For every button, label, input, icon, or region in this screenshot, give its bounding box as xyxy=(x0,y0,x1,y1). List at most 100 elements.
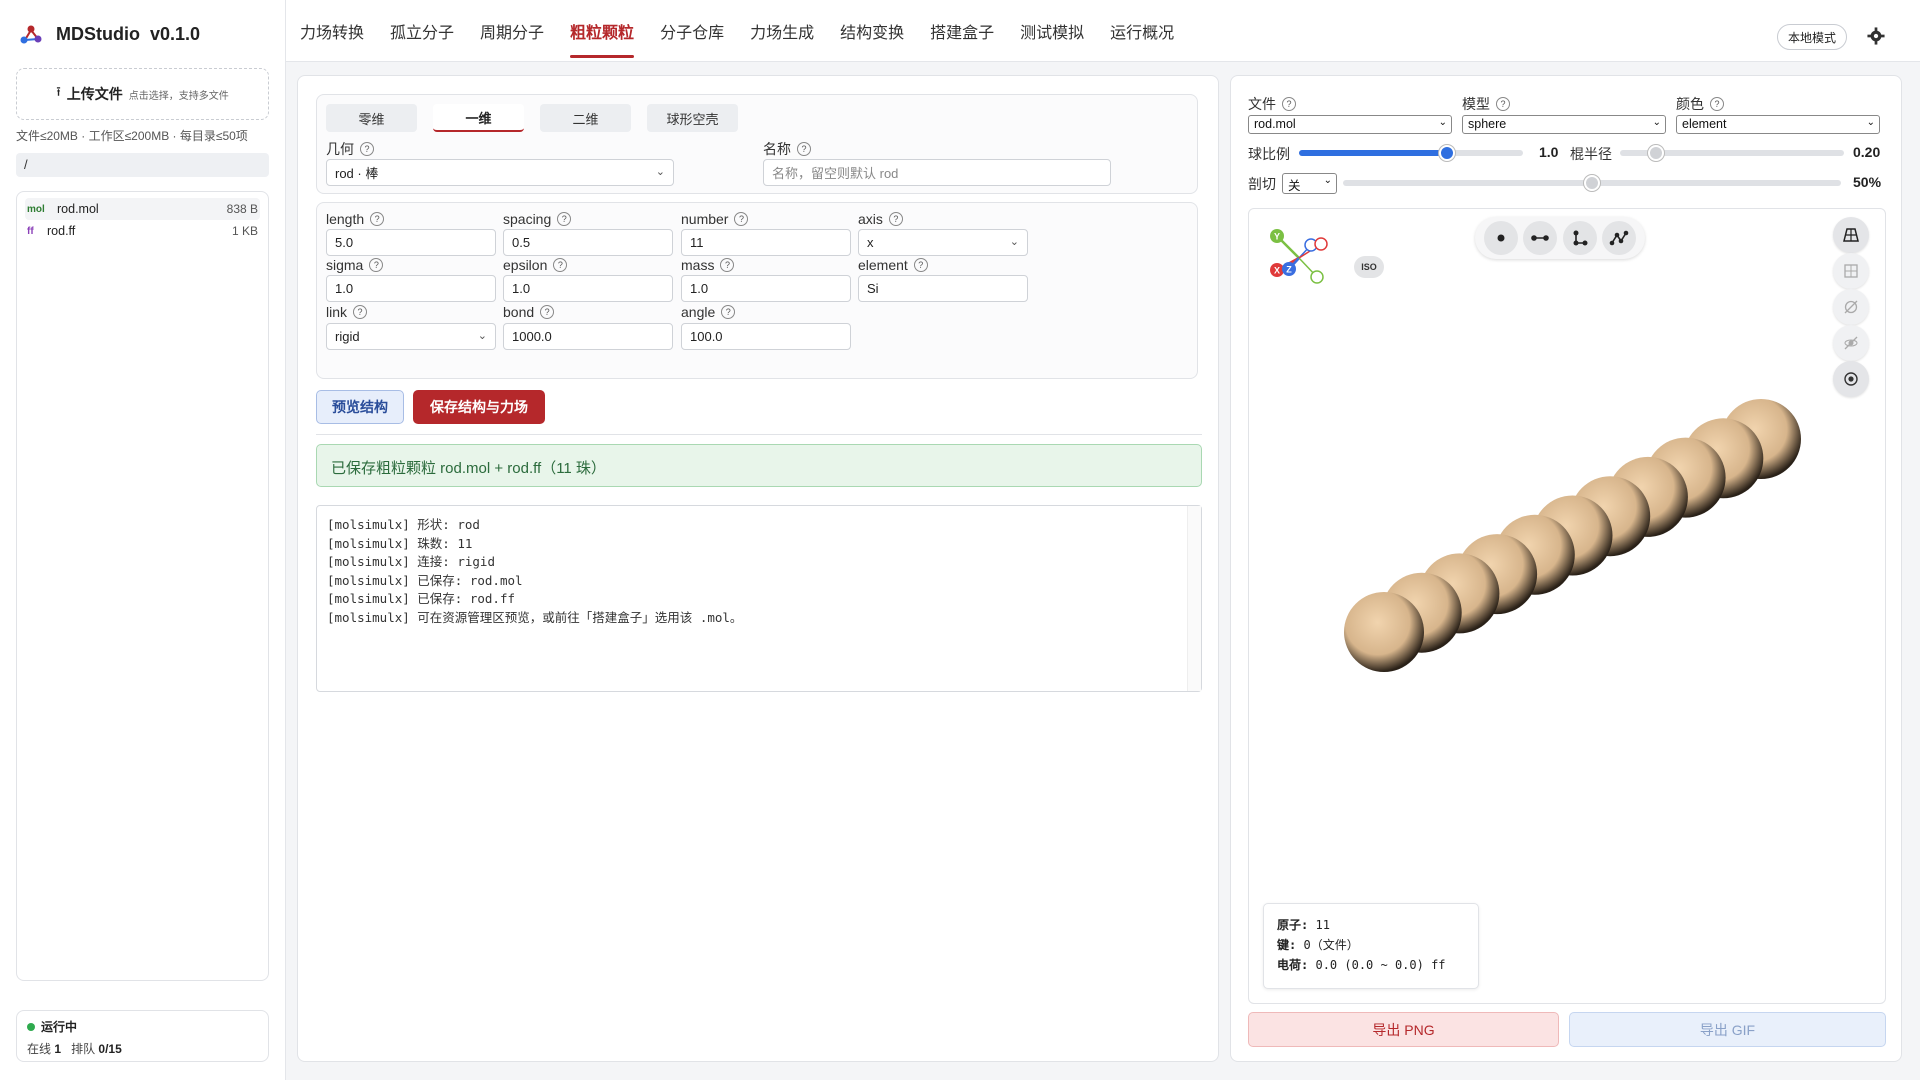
viewer-model-select[interactable]: sphere ⌄ xyxy=(1462,115,1666,134)
help-icon[interactable]: ? xyxy=(1282,97,1296,111)
bond-input[interactable]: 1000.0 xyxy=(503,323,673,350)
help-icon[interactable]: ? xyxy=(353,305,368,319)
log-scrollbar[interactable] xyxy=(1187,506,1201,691)
help-icon[interactable]: ? xyxy=(888,212,903,226)
log-line: [molsimulx] 形状: rod xyxy=(327,517,480,532)
stick-radius-label: 棍半径 xyxy=(1570,146,1612,162)
subtab-0d[interactable]: 零维 xyxy=(326,104,417,132)
viewer-file-select[interactable]: rod.mol ⌄ xyxy=(1248,115,1452,134)
viewer-color-select[interactable]: element ⌄ xyxy=(1676,115,1880,134)
stick-radius-slider[interactable] xyxy=(1620,145,1844,161)
element-label: element? xyxy=(858,257,928,273)
help-icon[interactable]: ? xyxy=(1710,97,1724,111)
number-input[interactable]: 11 xyxy=(681,229,851,256)
upload-label: 上传文件 xyxy=(66,86,123,102)
angle-input[interactable]: 100.0 xyxy=(681,323,851,350)
length-input[interactable]: 5.0 xyxy=(326,229,496,256)
stick-radius-knob[interactable] xyxy=(1647,145,1664,161)
subtab-2d[interactable]: 二维 xyxy=(540,104,631,132)
help-icon[interactable]: ? xyxy=(1496,97,1510,111)
color-label: 颜色? xyxy=(1676,94,1724,114)
log-line: [molsimulx] 珠数: 11 xyxy=(327,535,473,551)
export-png-button[interactable]: 导出 PNG xyxy=(1248,1012,1559,1047)
molecule-info: 原子: 11 键: 0（文件） 电荷: 0.0 (0.0 ~ 0.0) ff xyxy=(1263,903,1479,989)
tab-isolated-molecule[interactable]: 孤立分子 xyxy=(390,0,454,62)
file-type-badge: ff xyxy=(27,225,34,237)
preview-structure-button[interactable]: 预览结构 xyxy=(316,390,404,424)
tab-forcefield-convert[interactable]: 力场转换 xyxy=(300,0,364,62)
help-icon[interactable]: ? xyxy=(721,305,736,319)
name-input[interactable]: 名称，留空则默认 rod xyxy=(763,159,1111,186)
molecule-viewport[interactable]: Y X Z ISO 原子: 11 键: 0（文件） 电荷: 0.0 (0.0 ~… xyxy=(1248,208,1886,1004)
help-icon[interactable]: ? xyxy=(797,142,811,156)
number-label: number? xyxy=(681,211,749,227)
element-input[interactable]: Si xyxy=(858,275,1028,302)
help-icon[interactable]: ? xyxy=(369,258,384,272)
file-name: rod.ff xyxy=(47,224,76,238)
length-label: length? xyxy=(326,211,385,227)
clip-slider[interactable] xyxy=(1343,175,1841,191)
status-text: 运行中 xyxy=(41,1020,78,1034)
help-icon[interactable]: ? xyxy=(557,212,572,226)
help-icon[interactable]: ? xyxy=(370,212,385,226)
geometry-select[interactable]: rod · 棒 ⌄ xyxy=(326,159,674,186)
file-item-rod-mol[interactable]: mol rod.mol 838 B xyxy=(25,198,260,220)
path-breadcrumb[interactable]: / xyxy=(16,153,269,177)
export-gif-button[interactable]: 导出 GIF xyxy=(1569,1012,1886,1047)
log-output[interactable]: [molsimulx] 形状: rod [molsimulx] 珠数: 11 [… xyxy=(316,505,1202,692)
gear-icon[interactable] xyxy=(1866,27,1886,47)
help-icon[interactable]: ? xyxy=(540,305,555,319)
model-label: 模型? xyxy=(1462,94,1510,114)
sigma-input[interactable]: 1.0 xyxy=(326,275,496,302)
tab-forcefield-generate[interactable]: 力场生成 xyxy=(750,0,814,62)
dimension-tabs: 零维 一维 二维 球形空壳 xyxy=(326,104,738,132)
app-title: MDStudio v0.1.0 xyxy=(56,23,201,44)
mass-input[interactable]: 1.0 xyxy=(681,275,851,302)
help-icon[interactable]: ? xyxy=(360,142,374,156)
chevron-down-icon: ⌄ xyxy=(1438,117,1447,128)
log-line: [molsimulx] 可在资源管理区预览，或前往「搭建盒子」选用该 .mol。 xyxy=(327,609,743,625)
help-icon[interactable]: ? xyxy=(553,258,568,272)
builder-panel: 零维 一维 二维 球形空壳 几何? rod · 棒 ⌄ 名称? 名称，留空则默认 … xyxy=(297,75,1219,1062)
tab-coarse-grained[interactable]: 粗粒颗粒 xyxy=(570,0,635,62)
upload-button[interactable]: ⭱ 上传文件 点击选择，支持多文件 xyxy=(16,68,269,120)
help-icon[interactable]: ? xyxy=(913,258,928,272)
link-select[interactable]: rigid ⌄ xyxy=(326,323,496,350)
status-counts: 在线 1 排队 0/15 xyxy=(27,1042,122,1056)
axis-label: axis? xyxy=(858,211,903,227)
file-item-rod-ff[interactable]: ff rod.ff 1 KB xyxy=(25,220,260,242)
tab-build-box[interactable]: 搭建盒子 xyxy=(930,0,994,62)
clip-knob[interactable] xyxy=(1584,175,1600,191)
clip-percent: 50% xyxy=(1853,174,1882,190)
subtab-1d[interactable]: 一维 xyxy=(433,104,524,132)
axis-select[interactable]: x ⌄ xyxy=(858,229,1028,256)
stick-radius-value: 0.20 xyxy=(1853,144,1881,160)
tab-periodic-molecule[interactable]: 周期分子 xyxy=(480,0,544,62)
chevron-down-icon: ⌄ xyxy=(1866,117,1875,128)
viewer-panel: 文件? rod.mol ⌄ 模型? sphere ⌄ 颜色? element ⌄ 球比… xyxy=(1230,75,1902,1062)
ball-scale-knob[interactable] xyxy=(1438,145,1455,161)
ball-scale-slider[interactable] xyxy=(1299,145,1523,161)
sigma-label: sigma? xyxy=(326,257,384,273)
chevron-down-icon: ⌄ xyxy=(477,330,487,342)
upload-hint: 点击选择，支持多文件 xyxy=(128,90,229,102)
help-icon[interactable]: ? xyxy=(734,212,749,226)
bead-atom xyxy=(1344,592,1424,672)
upload-limits: 文件≤20MB · 工作区≤200MB · 每目录≤50项 xyxy=(16,129,248,143)
tab-structure-transform[interactable]: 结构变换 xyxy=(840,0,904,62)
link-label: link? xyxy=(326,304,368,320)
mass-label: mass? xyxy=(681,257,735,273)
spacing-input[interactable]: 0.5 xyxy=(503,229,673,256)
file-name: rod.mol xyxy=(57,202,99,216)
ball-scale-value: 1.0 xyxy=(1539,144,1559,160)
ball-scale-fill xyxy=(1299,150,1447,156)
tab-run-overview[interactable]: 运行概况 xyxy=(1110,0,1174,62)
subtab-spherical-shell[interactable]: 球形空壳 xyxy=(647,104,738,132)
local-mode-button[interactable]: 本地模式 xyxy=(1777,24,1848,50)
help-icon[interactable]: ? xyxy=(720,258,735,272)
save-structure-button[interactable]: 保存结构与力场 xyxy=(413,390,545,424)
tab-test-simulation[interactable]: 测试模拟 xyxy=(1020,0,1084,62)
clip-select[interactable]: 关 ⌄ xyxy=(1282,173,1337,194)
epsilon-input[interactable]: 1.0 xyxy=(503,275,673,302)
tab-molecule-library[interactable]: 分子仓库 xyxy=(660,0,724,62)
